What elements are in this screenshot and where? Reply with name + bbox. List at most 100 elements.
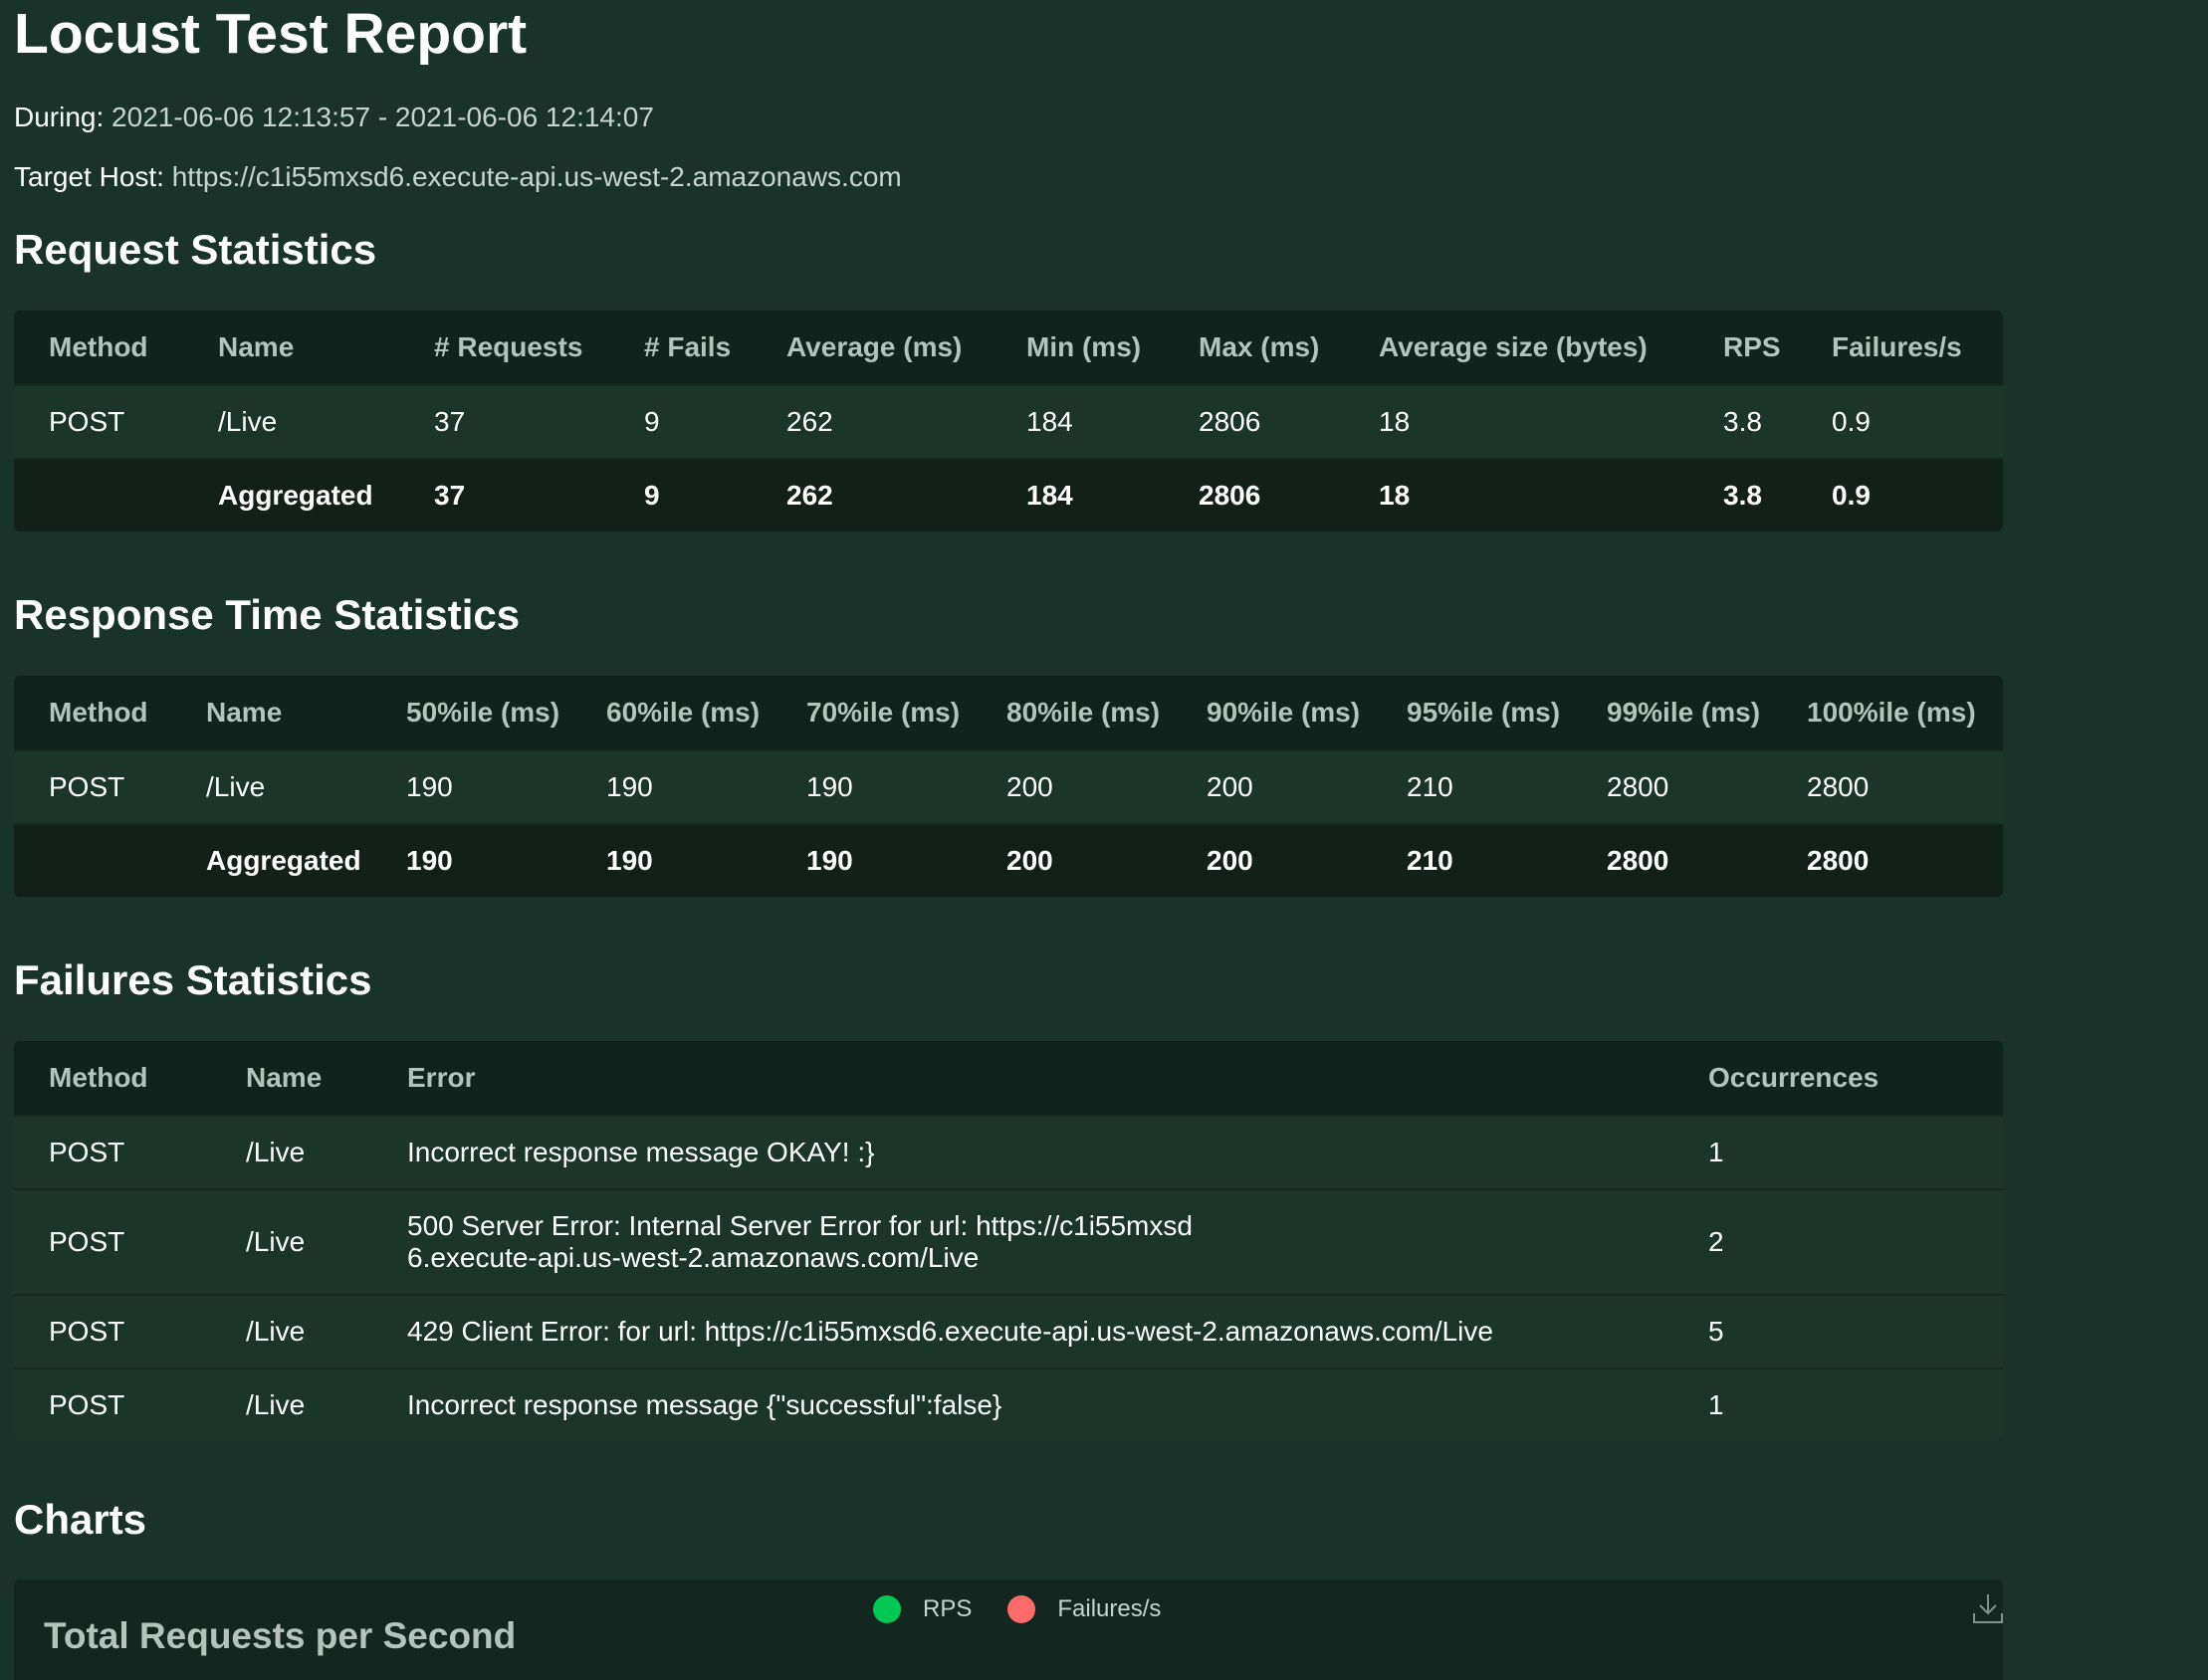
request-statistics-header-row: Method Name # Requests # Fails Average (…: [14, 311, 2003, 385]
cell-p60: 190: [606, 823, 806, 897]
cell-name: /Live: [206, 749, 406, 824]
cell-p99: 2800: [1607, 823, 1807, 897]
cell-p80: 200: [1006, 823, 1207, 897]
target-host-line: Target Host: https://c1i55mxsd6.execute-…: [14, 159, 2194, 195]
failures-statistics-heading: Failures Statistics: [14, 956, 372, 1003]
table-row: POST /Live 190 190 190 200 200 210 2800 …: [14, 749, 2003, 824]
failures-statistics-card: Method Name Error Occurrences POST /Live…: [14, 1041, 2003, 1441]
col-p50[interactable]: 50%ile (ms): [406, 676, 606, 750]
charts-heading: Charts: [14, 1496, 147, 1543]
table-row: POST /Live Incorrect response message {"…: [14, 1367, 2003, 1441]
cell-name: /Live: [246, 1294, 407, 1368]
cell-occurrences: 1: [1708, 1115, 2003, 1189]
cell-requests: 37: [434, 458, 644, 531]
table-row: POST /Live Incorrect response message OK…: [14, 1115, 2003, 1189]
request-statistics-table: Method Name # Requests # Fails Average (…: [14, 311, 2003, 531]
legend-label-failures: Failures/s: [1057, 1595, 1162, 1622]
failures-header-row: Method Name Error Occurrences: [14, 1041, 2003, 1116]
col-name[interactable]: Name: [218, 311, 434, 385]
cell-p100: 2800: [1807, 749, 2003, 824]
col-rps[interactable]: RPS: [1723, 311, 1832, 385]
cell-failures-per-s: 0.9: [1832, 384, 2003, 459]
col-average-size[interactable]: Average size (bytes): [1379, 311, 1723, 385]
response-time-statistics-heading: Response Time Statistics: [14, 591, 521, 638]
col-max[interactable]: Max (ms): [1199, 311, 1379, 385]
col-average[interactable]: Average (ms): [786, 311, 1026, 385]
cell-requests: 37: [434, 384, 644, 459]
cell-p95: 210: [1407, 823, 1607, 897]
cell-name: /Live: [246, 1188, 407, 1295]
cell-p99: 2800: [1607, 749, 1807, 824]
request-statistics-heading: Request Statistics: [14, 226, 377, 273]
cell-name: Aggregated: [206, 823, 406, 897]
cell-occurrences: 1: [1708, 1367, 2003, 1441]
cell-method: POST: [14, 749, 206, 824]
legend-item-failures[interactable]: Failures/s: [1007, 1595, 1161, 1623]
cell-rps: 3.8: [1723, 384, 1832, 459]
cell-p90: 200: [1207, 749, 1407, 824]
cell-method: [14, 823, 206, 897]
col-min[interactable]: Min (ms): [1026, 311, 1199, 385]
cell-method: [14, 458, 218, 531]
cell-p100: 2800: [1807, 823, 2003, 897]
col-error[interactable]: Error: [407, 1041, 1708, 1116]
cell-p50: 190: [406, 749, 606, 824]
page-title: Locust Test Report: [14, 2, 528, 66]
cell-name: /Live: [246, 1115, 407, 1189]
col-p70[interactable]: 70%ile (ms): [806, 676, 1006, 750]
cell-failures-per-s: 0.9: [1832, 458, 2003, 531]
col-name[interactable]: Name: [246, 1041, 407, 1116]
col-method[interactable]: Method: [14, 676, 206, 750]
cell-average: 262: [786, 458, 1026, 531]
col-occurrences[interactable]: Occurrences: [1708, 1041, 2003, 1116]
response-time-statistics-card: Method Name 50%ile (ms) 60%ile (ms) 70%i…: [14, 676, 2003, 897]
col-failures-per-s[interactable]: Failures/s: [1832, 311, 2003, 385]
legend-item-rps[interactable]: RPS: [873, 1595, 972, 1623]
col-p100[interactable]: 100%ile (ms): [1807, 676, 2003, 750]
col-method[interactable]: Method: [14, 1041, 246, 1116]
cell-occurrences: 5: [1708, 1294, 2003, 1368]
cell-p70: 190: [806, 823, 1006, 897]
cell-average: 262: [786, 384, 1026, 459]
cell-max: 2806: [1199, 458, 1379, 531]
total-rps-chart-card: RPS Failures/s Total Requests per Second: [14, 1579, 2003, 1680]
during-line: During: 2021-06-06 12:13:57 - 2021-06-06…: [14, 100, 2194, 135]
cell-error: 429 Client Error: for url: https://c1i55…: [407, 1294, 1708, 1368]
table-row: POST /Live 37 9 262 184 2806 18 3.8 0.9: [14, 384, 2003, 459]
response-time-header-row: Method Name 50%ile (ms) 60%ile (ms) 70%i…: [14, 676, 2003, 750]
chart-title: Total Requests per Second: [44, 1615, 517, 1656]
legend-dot-rps: [873, 1595, 901, 1623]
col-requests[interactable]: # Requests: [434, 311, 644, 385]
download-icon[interactable]: [1971, 1591, 2005, 1625]
report-page: Locust Test Report During: 2021-06-06 12…: [14, 0, 2194, 1680]
cell-name: /Live: [246, 1367, 407, 1441]
cell-average-size: 18: [1379, 384, 1723, 459]
cell-error: Incorrect response message {"successful"…: [407, 1367, 1708, 1441]
table-row: POST /Live 500 Server Error: Internal Se…: [14, 1188, 2003, 1295]
during-value: 2021-06-06 12:13:57 - 2021-06-06 12:14:0…: [111, 102, 654, 132]
cell-average-size: 18: [1379, 458, 1723, 531]
cell-fails: 9: [644, 384, 786, 459]
cell-error: Incorrect response message OKAY! :}: [407, 1115, 1708, 1189]
cell-p90: 200: [1207, 823, 1407, 897]
col-method[interactable]: Method: [14, 311, 218, 385]
col-p90[interactable]: 90%ile (ms): [1207, 676, 1407, 750]
col-p60[interactable]: 60%ile (ms): [606, 676, 806, 750]
cell-error: 500 Server Error: Internal Server Error …: [407, 1188, 1708, 1295]
legend-dot-failures: [1007, 1595, 1036, 1623]
col-p95[interactable]: 95%ile (ms): [1407, 676, 1607, 750]
cell-name: Aggregated: [218, 458, 434, 531]
aggregated-row: Aggregated 37 9 262 184 2806 18 3.8 0.9: [14, 458, 2003, 531]
col-p80[interactable]: 80%ile (ms): [1006, 676, 1207, 750]
col-name[interactable]: Name: [206, 676, 406, 750]
cell-p70: 190: [806, 749, 1006, 824]
cell-method: POST: [14, 1294, 246, 1368]
legend-label-rps: RPS: [923, 1595, 973, 1622]
col-fails[interactable]: # Fails: [644, 311, 786, 385]
cell-method: POST: [14, 1367, 246, 1441]
col-p99[interactable]: 99%ile (ms): [1607, 676, 1807, 750]
target-host-value: https://c1i55mxsd6.execute-api.us-west-2…: [171, 161, 902, 192]
during-label: During:: [14, 102, 105, 132]
cell-rps: 3.8: [1723, 458, 1832, 531]
cell-method: POST: [14, 1115, 246, 1189]
